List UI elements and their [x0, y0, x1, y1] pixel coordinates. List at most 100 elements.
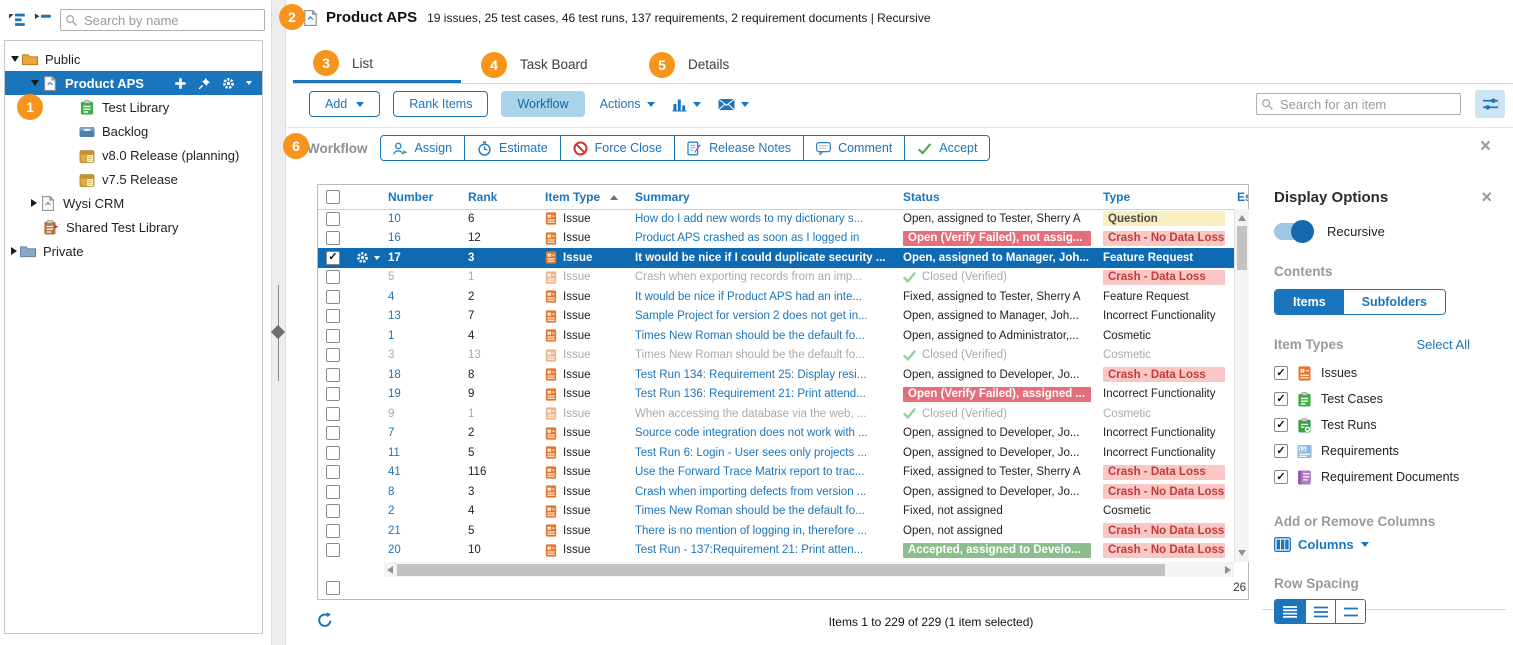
row-spacing-relaxed-button[interactable]: [1335, 600, 1365, 623]
item-number-link[interactable]: 9: [388, 408, 394, 420]
item-summary-link[interactable]: Times New Roman should be the default fo…: [635, 349, 865, 361]
table-row[interactable]: 9 1 Issue When accessing the database vi…: [318, 404, 1248, 424]
row-checkbox[interactable]: [326, 581, 340, 595]
workflow-comment-button[interactable]: Comment: [803, 135, 905, 161]
expander-right-icon[interactable]: [11, 247, 17, 255]
tab-details[interactable]: 5 Details: [629, 46, 797, 83]
column-header-type[interactable]: Type: [1097, 185, 1231, 209]
item-summary-link[interactable]: Crash when exporting records from an imp…: [635, 271, 862, 283]
table-row[interactable]: 1 4 Issue Times New Roman should be the …: [318, 326, 1248, 346]
sidebar-item-v8-0-release-planning[interactable]: v8.0 Release (planning): [5, 143, 262, 167]
scroll-up-icon[interactable]: [1238, 215, 1246, 221]
item-number-link[interactable]: 7: [388, 427, 394, 439]
item-number-link[interactable]: 16: [388, 232, 401, 244]
row-checkbox[interactable]: [326, 290, 340, 304]
item-summary-link[interactable]: It would be nice if Product APS had an i…: [635, 291, 862, 303]
item-number-link[interactable]: 4: [388, 291, 394, 303]
tab-task-board[interactable]: 4 Task Board: [461, 46, 629, 83]
sidebar-item-v7-5-release[interactable]: v7.5 Release: [5, 167, 262, 191]
select-all-link[interactable]: Select All: [1417, 337, 1470, 352]
item-number-link[interactable]: 11: [388, 447, 400, 459]
item-summary-link[interactable]: Test Run - 137:Requirement 21: Print att…: [635, 544, 863, 556]
row-spacing-medium-button[interactable]: [1305, 600, 1335, 623]
workflow-toggle-button[interactable]: Workflow: [501, 91, 584, 117]
workflow-assign-button[interactable]: Assign: [380, 135, 466, 161]
row-checkbox[interactable]: [326, 485, 340, 499]
row-checkbox[interactable]: [326, 251, 340, 265]
row-checkbox[interactable]: [326, 407, 340, 421]
vscroll-thumb[interactable]: [1237, 226, 1247, 270]
item-type-checkbox[interactable]: [1274, 418, 1288, 432]
item-number-link[interactable]: 3: [388, 349, 394, 361]
sidebar-item-backlog[interactable]: Backlog: [5, 119, 262, 143]
table-row[interactable]: 7 2 Issue Source code integration does n…: [318, 424, 1248, 444]
item-number-link[interactable]: 19: [388, 388, 401, 400]
charts-button[interactable]: [670, 97, 703, 112]
row-checkbox[interactable]: [326, 270, 340, 284]
scroll-right-icon[interactable]: [1225, 566, 1231, 574]
table-row[interactable]: 20 10 Issue Test Run - 137:Requirement 2…: [318, 541, 1248, 561]
table-row[interactable]: 19 9 Issue Test Run 136: Requirement 21:…: [318, 385, 1248, 405]
item-search-input[interactable]: [1256, 93, 1461, 115]
expander-right-icon[interactable]: [31, 199, 37, 207]
actions-button[interactable]: Actions: [598, 97, 657, 111]
expand-all-icon[interactable]: [8, 13, 26, 27]
sidebar-search-input[interactable]: [60, 9, 265, 31]
item-number-link[interactable]: 21: [388, 525, 401, 537]
contents-tab-subfolders[interactable]: Subfolders: [1344, 290, 1445, 314]
hscroll-thumb[interactable]: [397, 564, 1165, 576]
item-summary-link[interactable]: Test Run 134: Requirement 25: Display re…: [635, 369, 866, 381]
table-row[interactable]: 21 5 Issue There is no mention of loggin…: [318, 521, 1248, 541]
item-summary-link[interactable]: It would be nice if I could duplicate se…: [635, 252, 885, 264]
row-checkbox[interactable]: [326, 446, 340, 460]
item-number-link[interactable]: 17: [388, 252, 401, 264]
row-checkbox[interactable]: [326, 309, 340, 323]
row-checkbox[interactable]: [326, 348, 340, 362]
table-row[interactable]: 5 1 Issue Crash when exporting records f…: [318, 268, 1248, 288]
select-all-checkbox[interactable]: [326, 190, 340, 204]
item-type-checkbox[interactable]: [1274, 392, 1288, 406]
sidebar-item-shared-test-library[interactable]: Shared Test Library: [5, 215, 262, 239]
item-number-link[interactable]: 18: [388, 369, 401, 381]
table-row[interactable]: 4 2 Issue It would be nice if Product AP…: [318, 287, 1248, 307]
item-summary-link[interactable]: There is no mention of logging in, there…: [635, 525, 867, 537]
sidebar-item-product-aps[interactable]: Product APS: [5, 71, 262, 95]
workflow-release-notes-button[interactable]: Release Notes: [674, 135, 804, 161]
sidebar-item-private[interactable]: Private: [5, 239, 262, 263]
workflow-bar-close-icon[interactable]: [1480, 137, 1491, 156]
vertical-scrollbar[interactable]: [1234, 209, 1249, 562]
refresh-icon[interactable]: [317, 612, 333, 628]
table-row[interactable]: 3 13 Issue Times New Roman should be the…: [318, 346, 1248, 366]
item-summary-link[interactable]: Test Run 6: Login - User sees only proje…: [635, 447, 867, 459]
row-checkbox[interactable]: [326, 329, 340, 343]
workflow-accept-button[interactable]: Accept: [904, 135, 990, 161]
item-summary-link[interactable]: Product APS crashed as soon as I logged …: [635, 232, 859, 244]
row-checkbox[interactable]: [326, 426, 340, 440]
table-row[interactable]: 16 12 Issue Product APS crashed as soon …: [318, 229, 1248, 249]
scroll-left-icon[interactable]: [387, 566, 393, 574]
tab-list[interactable]: 3 List: [293, 46, 461, 83]
table-row[interactable]: 13 7 Issue Sample Project for version 2 …: [318, 307, 1248, 327]
horizontal-scrollbar[interactable]: [384, 562, 1234, 577]
table-row[interactable]: 41 116 Issue Use the Forward Trace Matri…: [318, 463, 1248, 483]
email-button[interactable]: [716, 98, 751, 111]
row-spacing-compact-button[interactable]: [1275, 600, 1305, 623]
add-button[interactable]: Add: [309, 91, 380, 117]
table-row[interactable]: 11 5 Issue Test Run 6: Login - User sees…: [318, 443, 1248, 463]
column-header-summary[interactable]: Summary: [629, 185, 897, 209]
item-number-link[interactable]: 2: [388, 505, 394, 517]
item-summary-link[interactable]: How do I add new words to my dictionary …: [635, 213, 863, 225]
sidebar-item-test-library[interactable]: Test Library: [5, 95, 262, 119]
scroll-down-icon[interactable]: [1238, 550, 1246, 556]
row-checkbox[interactable]: [326, 465, 340, 479]
item-number-link[interactable]: 13: [388, 310, 401, 322]
filter-options-button[interactable]: [1475, 90, 1505, 118]
row-checkbox[interactable]: [326, 212, 340, 226]
row-checkbox[interactable]: [326, 387, 340, 401]
item-number-link[interactable]: 41: [388, 466, 401, 478]
item-summary-link[interactable]: Times New Roman should be the default fo…: [635, 330, 865, 342]
row-checkbox[interactable]: [326, 524, 340, 538]
row-checkbox[interactable]: [326, 504, 340, 518]
item-summary-link[interactable]: Source code integration does not work wi…: [635, 427, 868, 439]
item-type-checkbox[interactable]: [1274, 366, 1288, 380]
